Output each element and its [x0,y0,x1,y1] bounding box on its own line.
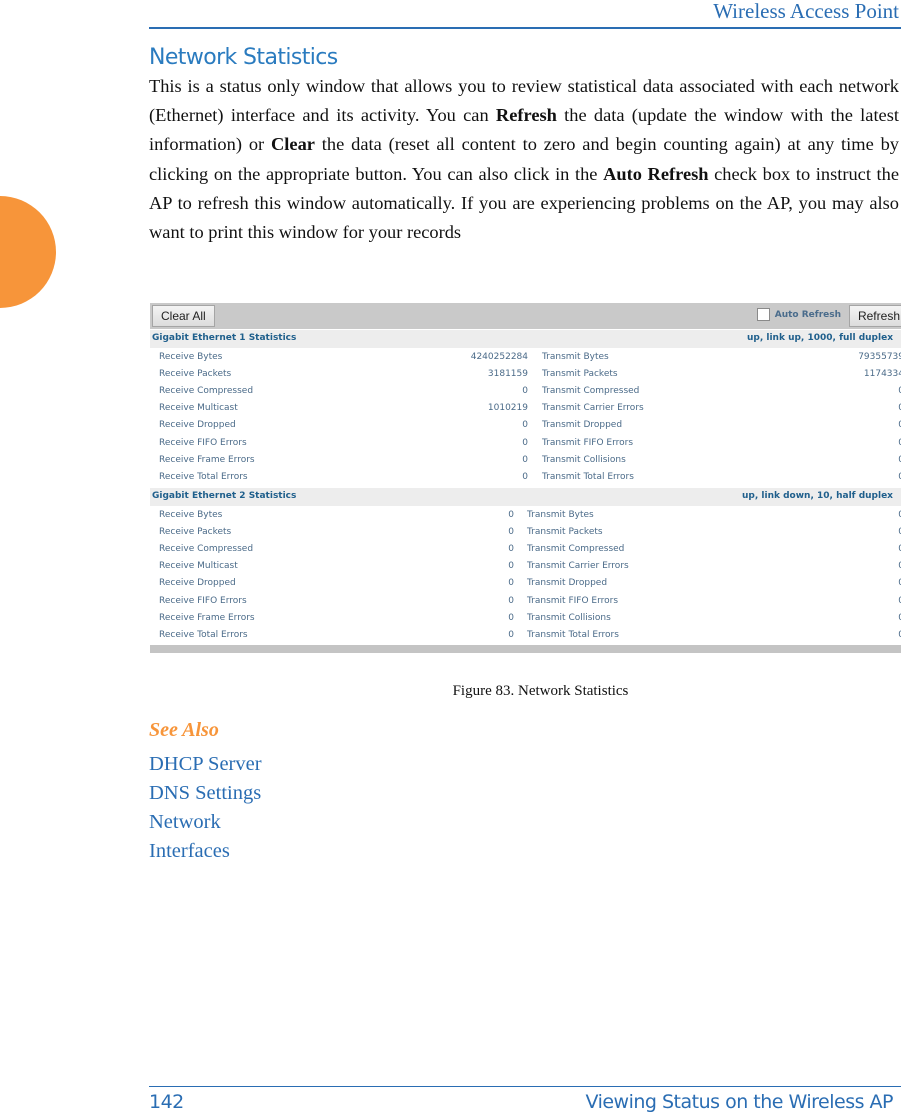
interface-link-status: up, link down, 10, half duplex [742,491,893,501]
receive-stat-label: Receive Dropped [159,578,236,589]
stats-row: Receive Total Errors 0 Transmit Total Erro… [150,469,901,486]
receive-stat-value: 1010219 [487,403,528,414]
stats-row: Receive Frame Errors 0 Transmit Collisions… [150,610,901,627]
running-header-title: Wireless Access Point [713,0,899,23]
interface-section-header: Gigabit Ethernet 1 Statistics up, link up… [150,330,901,348]
interface-link-status: up, link up, 1000, full duplex [746,333,893,343]
interface-section-header: Gigabit Ethernet 2 Statistics up, link do… [150,488,901,506]
receive-stat-value: 0 [508,612,514,623]
receive-stat-label: Receive Bytes [159,510,223,520]
receive-stat-value: 0 [522,471,528,482]
emphasized-term: Clear [271,134,315,155]
section-paragraph: This is a status only window that allows… [149,72,899,247]
transmit-stat-label: Transmit Packets [542,369,618,380]
stats-row: Receive Compressed0Transmit Compressed0 [150,383,901,400]
transmit-stat-value: 79355739 [858,352,901,362]
stats-scrollbar[interactable] [150,645,901,653]
refresh-button[interactable]: Refresh [848,305,901,327]
stats-row: Receive Total Errors 0 Transmit Total Erro… [150,627,901,644]
network-statistics-figure: Clear All Auto Refresh Refresh Gigabit E… [150,301,901,655]
header-divider [149,27,901,29]
stats-row: Receive Multicast 0 Transmit Carrier Error… [150,558,901,575]
transmit-stat-label: Transmit Bytes [542,352,609,362]
auto-refresh-label: Auto Refresh [774,309,841,320]
stats-row: Receive Dropped0Transmit Dropped0 [150,575,901,592]
receive-stat-label: Receive Frame Errors [159,612,255,623]
transmit-stat-label: Transmit Compressed [527,544,625,555]
transmit-stat-label: Transmit Packets [527,527,603,538]
see-also-links: DHCP Server DNS Settings Network Interfaces [149,750,262,866]
receive-stat-value: 0 [508,544,514,555]
receive-stat-label: Receive Packets [159,527,232,538]
interface-name: Gigabit Ethernet 2 Statistics [152,491,297,501]
receive-stat-value: 0 [508,578,514,589]
transmit-stat-label: Transmit Bytes [527,510,594,520]
transmit-stat-label: Transmit Compressed [542,386,640,397]
transmit-stat-label: Transmit Carrier Errors [542,403,644,414]
emphasized-term: Auto Refresh [603,163,709,184]
stats-row: Receive FIFO Errors 0 Transmit FIFO Errors… [150,593,901,610]
receive-stat-label: Receive Total Errors [159,471,248,482]
auto-refresh-control[interactable]: Auto Refresh [756,308,841,321]
figure-caption: Figure 83. Network Statistics [452,683,629,699]
chapter-tab-marker [0,196,56,308]
transmit-stat-label: Transmit Dropped [542,420,623,431]
receive-stat-value: 0 [522,437,528,448]
transmit-stat-label: Transmit Total Errors [527,629,619,640]
page-number: 142 [149,1091,184,1113]
see-also-link-interfaces[interactable]: Interfaces [149,837,262,866]
receive-stat-value: 0 [508,510,514,520]
receive-stat-value: 3181159 [487,369,528,380]
see-also-link-dns-settings[interactable]: DNS Settings [149,779,262,808]
stats-toolbar: Clear All Auto Refresh Refresh [150,303,901,329]
transmit-stat-label: Transmit Collisions [527,612,611,623]
receive-stat-label: Receive Compressed [159,544,254,555]
transmit-stat-label: Transmit Carrier Errors [527,561,629,572]
receive-stat-label: Receive Compressed [159,386,254,397]
emphasized-term: Refresh [495,105,557,126]
interface-name: Gigabit Ethernet 1 Statistics [152,333,297,343]
auto-refresh-checkbox[interactable] [756,308,770,321]
receive-stat-label: Receive FIFO Errors [159,595,247,606]
receive-stat-label: Receive Total Errors [159,629,248,640]
transmit-stat-label: Transmit Dropped [527,578,608,589]
stats-row: Receive Compressed0Transmit Compressed0 [150,541,901,558]
stats-row: Receive Multicast 1010219 Transmit Carrier… [150,400,901,417]
receive-stat-label: Receive Multicast [159,561,238,572]
footer-chapter-title: Viewing Status on the Wireless AP [585,1091,893,1113]
transmit-stat-label: Transmit Total Errors [542,471,634,482]
receive-stat-label: Receive FIFO Errors [159,437,247,448]
receive-stat-label: Receive Multicast [159,403,238,414]
receive-stat-value: 0 [508,561,514,572]
receive-stat-label: Receive Frame Errors [159,454,255,465]
footer-divider [149,1086,901,1087]
transmit-stat-label: Transmit Collisions [542,454,626,465]
stats-row: Receive Packets0Transmit Packets0 [150,524,901,541]
receive-stat-label: Receive Packets [159,369,232,380]
see-also-link-dhcp-server[interactable]: DHCP Server [149,750,262,779]
transmit-stat-label: Transmit FIFO Errors [527,595,619,606]
receive-stat-label: Receive Bytes [159,352,223,362]
clear-all-button[interactable]: Clear All [152,305,215,327]
see-also-heading: See Also [149,719,219,741]
receive-stat-value: 4240252284 [470,352,528,362]
stats-row: Receive Dropped0Transmit Dropped0 [150,417,901,434]
stats-row: Receive Bytes 4240252284 Transmit Bytes 793… [150,349,901,366]
transmit-stat-value: 1174334 [863,369,901,380]
receive-stat-value: 0 [508,527,514,538]
transmit-stat-label: Transmit FIFO Errors [542,437,634,448]
receive-stat-value: 0 [508,629,514,640]
section-title: Network Statistics [149,45,338,70]
receive-stat-label: Receive Dropped [159,420,236,431]
receive-stat-value: 0 [522,386,528,397]
receive-stat-value: 0 [522,420,528,431]
stats-row: Receive Bytes0Transmit Bytes0 [150,507,901,524]
receive-stat-value: 0 [522,454,528,465]
stats-row: Receive Frame Errors 0 Transmit Collisions… [150,452,901,469]
stats-row: Receive Packets 3181159 Transmit Packets 11… [150,366,901,383]
stats-row: Receive FIFO Errors 0 Transmit FIFO Errors… [150,435,901,452]
receive-stat-value: 0 [508,595,514,606]
see-also-link-network[interactable]: Network [149,808,262,837]
